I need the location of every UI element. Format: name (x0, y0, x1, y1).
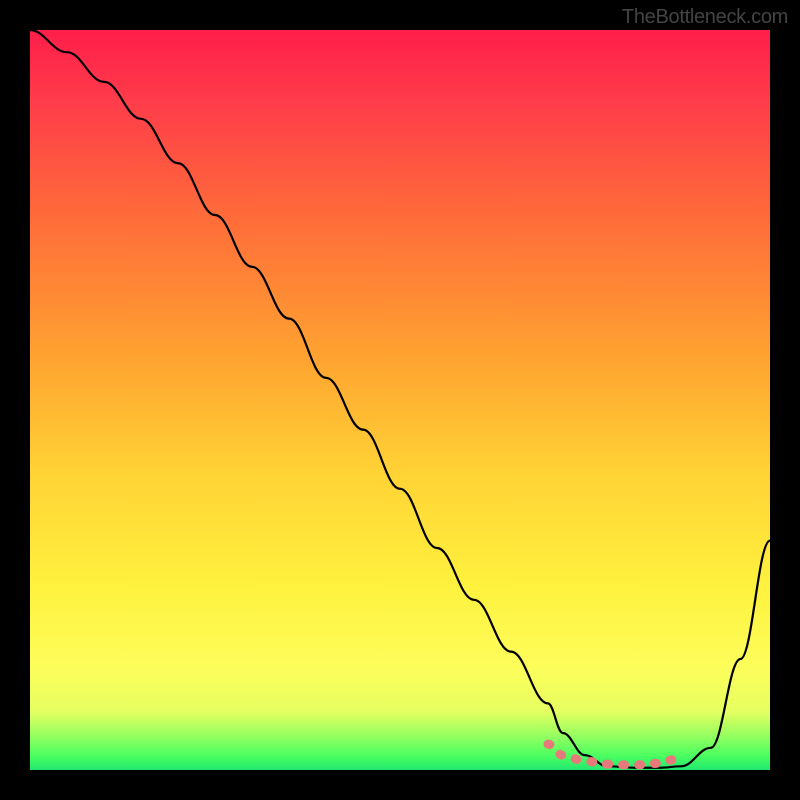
chart-svg (30, 30, 770, 770)
watermark-text: TheBottleneck.com (622, 6, 788, 29)
optimal-zone-marker-path (548, 744, 674, 765)
chart-plot-area (30, 30, 770, 770)
bottleneck-curve-path (30, 30, 770, 768)
